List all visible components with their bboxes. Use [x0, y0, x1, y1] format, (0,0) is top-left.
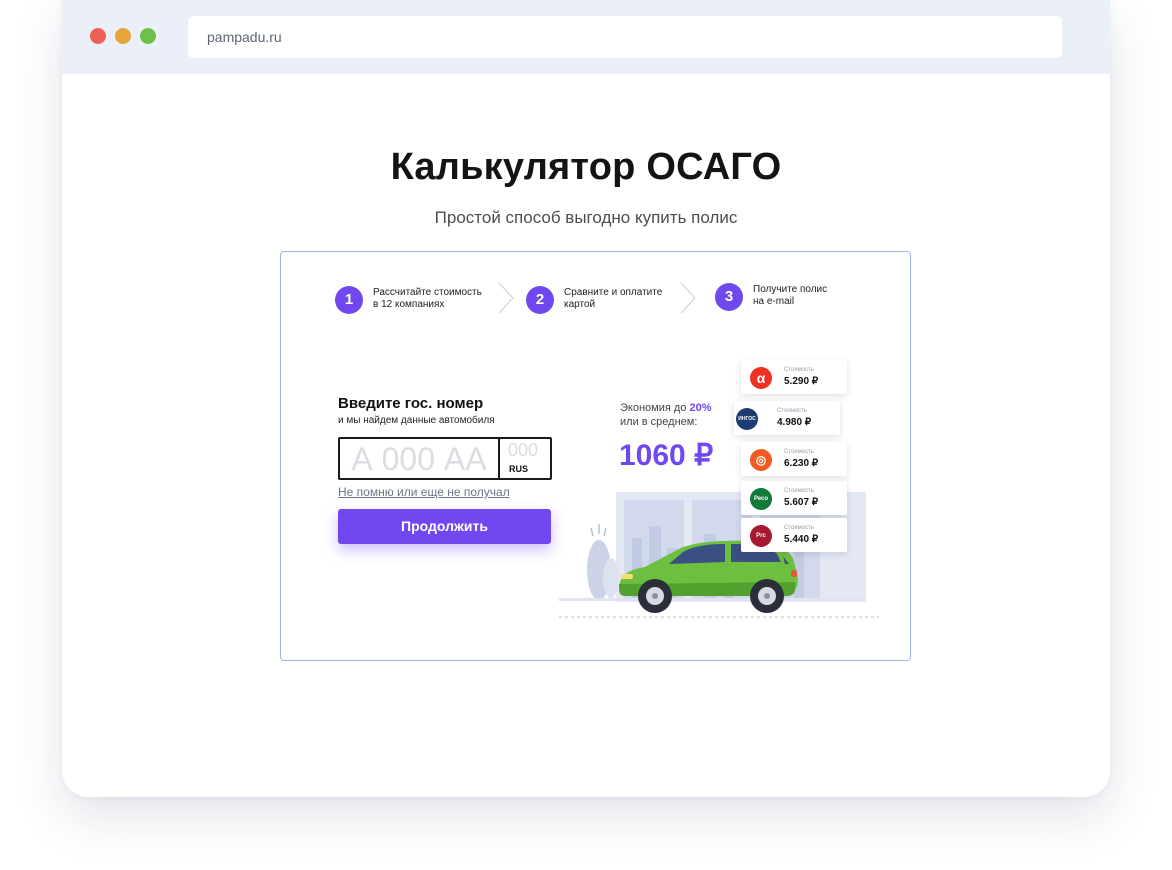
- chevron-right-icon: [498, 282, 514, 314]
- page-title: Калькулятор ОСАГО: [390, 146, 782, 188]
- savings-prefix: Экономия до: [620, 402, 687, 414]
- chevron-right-icon: [680, 282, 696, 314]
- forgot-plate-link[interactable]: Не помню или еще не получал: [338, 485, 510, 499]
- savings-amount: 1060 ₽: [619, 439, 714, 472]
- offer-price: 6.230 ₽: [784, 458, 819, 469]
- plate-region-field[interactable]: 000: [508, 440, 538, 461]
- offer-price: 5.440 ₽: [784, 534, 819, 545]
- address-bar[interactable]: pampadu.ru: [188, 16, 1062, 58]
- close-window-button[interactable]: [90, 28, 106, 44]
- insurer-offer-card[interactable]: Ргс Стоимость 5.440 ₽: [741, 518, 847, 552]
- savings-line2: или в среднем:: [620, 416, 698, 428]
- plate-country-code: RUS: [509, 464, 529, 474]
- offer-price: 5.607 ₽: [784, 497, 819, 508]
- offer-price-caption: Стоимость: [784, 367, 815, 373]
- step-1: 1 Рассчитайте стоимость в 12 компаниях: [335, 284, 495, 316]
- step-3-number: 3: [715, 283, 743, 311]
- step-3-label: Получите полис на e-mail: [753, 284, 828, 307]
- license-plate-input[interactable]: А 000 АА 000 RUS: [338, 437, 552, 480]
- insurer-offer-card[interactable]: Ресо Стоимость 5.607 ₽: [741, 481, 847, 515]
- car-illustration: [559, 492, 879, 618]
- browser-toolbar: pampadu.ru: [62, 0, 1110, 74]
- offer-price-caption: Стоимость: [784, 488, 815, 494]
- step-2-number: 2: [526, 286, 554, 314]
- rgs-logo-icon: Ргс: [750, 525, 772, 547]
- step-1-label: Рассчитайте стоимость в 12 компаниях: [373, 287, 482, 310]
- continue-button[interactable]: Продолжить: [338, 509, 551, 544]
- address-bar-url: pampadu.ru: [207, 29, 282, 45]
- plate-form-subtitle: и мы найдем данные автомобиля: [338, 415, 495, 426]
- minimize-window-button[interactable]: [115, 28, 131, 44]
- step-1-number: 1: [335, 286, 363, 314]
- alfa-logo-icon: α: [750, 367, 772, 389]
- insurer-offer-card[interactable]: ИНГОС Стоимость 4.980 ₽: [734, 401, 840, 435]
- savings-percent: 20%: [689, 402, 712, 414]
- offer-price: 4.980 ₽: [777, 417, 812, 428]
- maximize-window-button[interactable]: [140, 28, 156, 44]
- step-3: 3 Получите полис на e-mail: [715, 281, 865, 313]
- osago-calculator-card: 1 Рассчитайте стоимость в 12 компаниях 2…: [280, 251, 911, 661]
- offer-price-caption: Стоимость: [777, 408, 808, 414]
- insurer-offer-card[interactable]: α Стоимость 5.290 ₽: [741, 360, 847, 394]
- offer-price-caption: Стоимость: [784, 449, 815, 455]
- savings-text: Экономия до 20% или в среднем:: [620, 401, 712, 429]
- reso-logo-icon: Ресо: [750, 488, 772, 510]
- plate-form-title: Введите гос. номер: [338, 395, 484, 412]
- insurer-offer-card[interactable]: ◎ Стоимость 6.230 ₽: [741, 442, 847, 476]
- insurer-logo-icon: ◎: [750, 449, 772, 471]
- offer-price-caption: Стоимость: [784, 525, 815, 531]
- step-2-label: Сравните и оплатите картой: [564, 287, 663, 310]
- ingos-logo-icon: ИНГОС: [736, 408, 758, 430]
- plate-number-field[interactable]: А 000 АА: [340, 439, 500, 478]
- step-2: 2 Сравните и оплатите картой: [526, 284, 676, 316]
- browser-window: pampadu.ru Калькулятор ОСАГО Простой спо…: [62, 0, 1110, 797]
- page-subtitle: Простой способ выгодно купить полис: [434, 208, 738, 227]
- offer-price: 5.290 ₽: [784, 376, 819, 387]
